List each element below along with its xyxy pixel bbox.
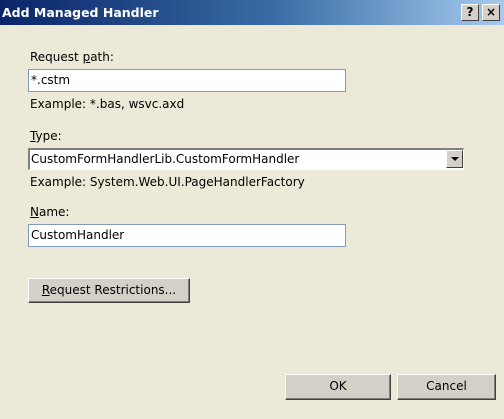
add-managed-handler-dialog: Add Managed Handler ? × Request path: *.… <box>0 0 504 419</box>
name-input[interactable]: CustomHandler <box>28 224 346 247</box>
request-path-label: Request path: <box>30 50 114 64</box>
dialog-title: Add Managed Handler <box>2 5 159 20</box>
request-path-example: Example: *.bas, wsvc.axd <box>30 97 185 111</box>
type-example: Example: System.Web.UI.PageHandlerFactor… <box>30 175 305 189</box>
cancel-button[interactable]: Cancel <box>397 374 496 400</box>
name-label: Name: <box>30 205 70 219</box>
type-label: Type: <box>30 129 62 143</box>
type-dropdown[interactable]: CustomFormHandlerLib.CustomFormHandler <box>28 148 464 170</box>
help-button[interactable]: ? <box>461 4 479 21</box>
title-bar[interactable]: Add Managed Handler ? × <box>0 0 504 25</box>
type-dropdown-value: CustomFormHandlerLib.CustomFormHandler <box>31 152 300 166</box>
ok-button[interactable]: OK <box>285 374 391 400</box>
request-path-input[interactable]: *.cstm <box>28 69 346 92</box>
close-button[interactable]: × <box>482 4 500 21</box>
chevron-down-icon[interactable] <box>446 150 463 168</box>
request-restrictions-button[interactable]: Request Restrictions... <box>28 278 190 303</box>
